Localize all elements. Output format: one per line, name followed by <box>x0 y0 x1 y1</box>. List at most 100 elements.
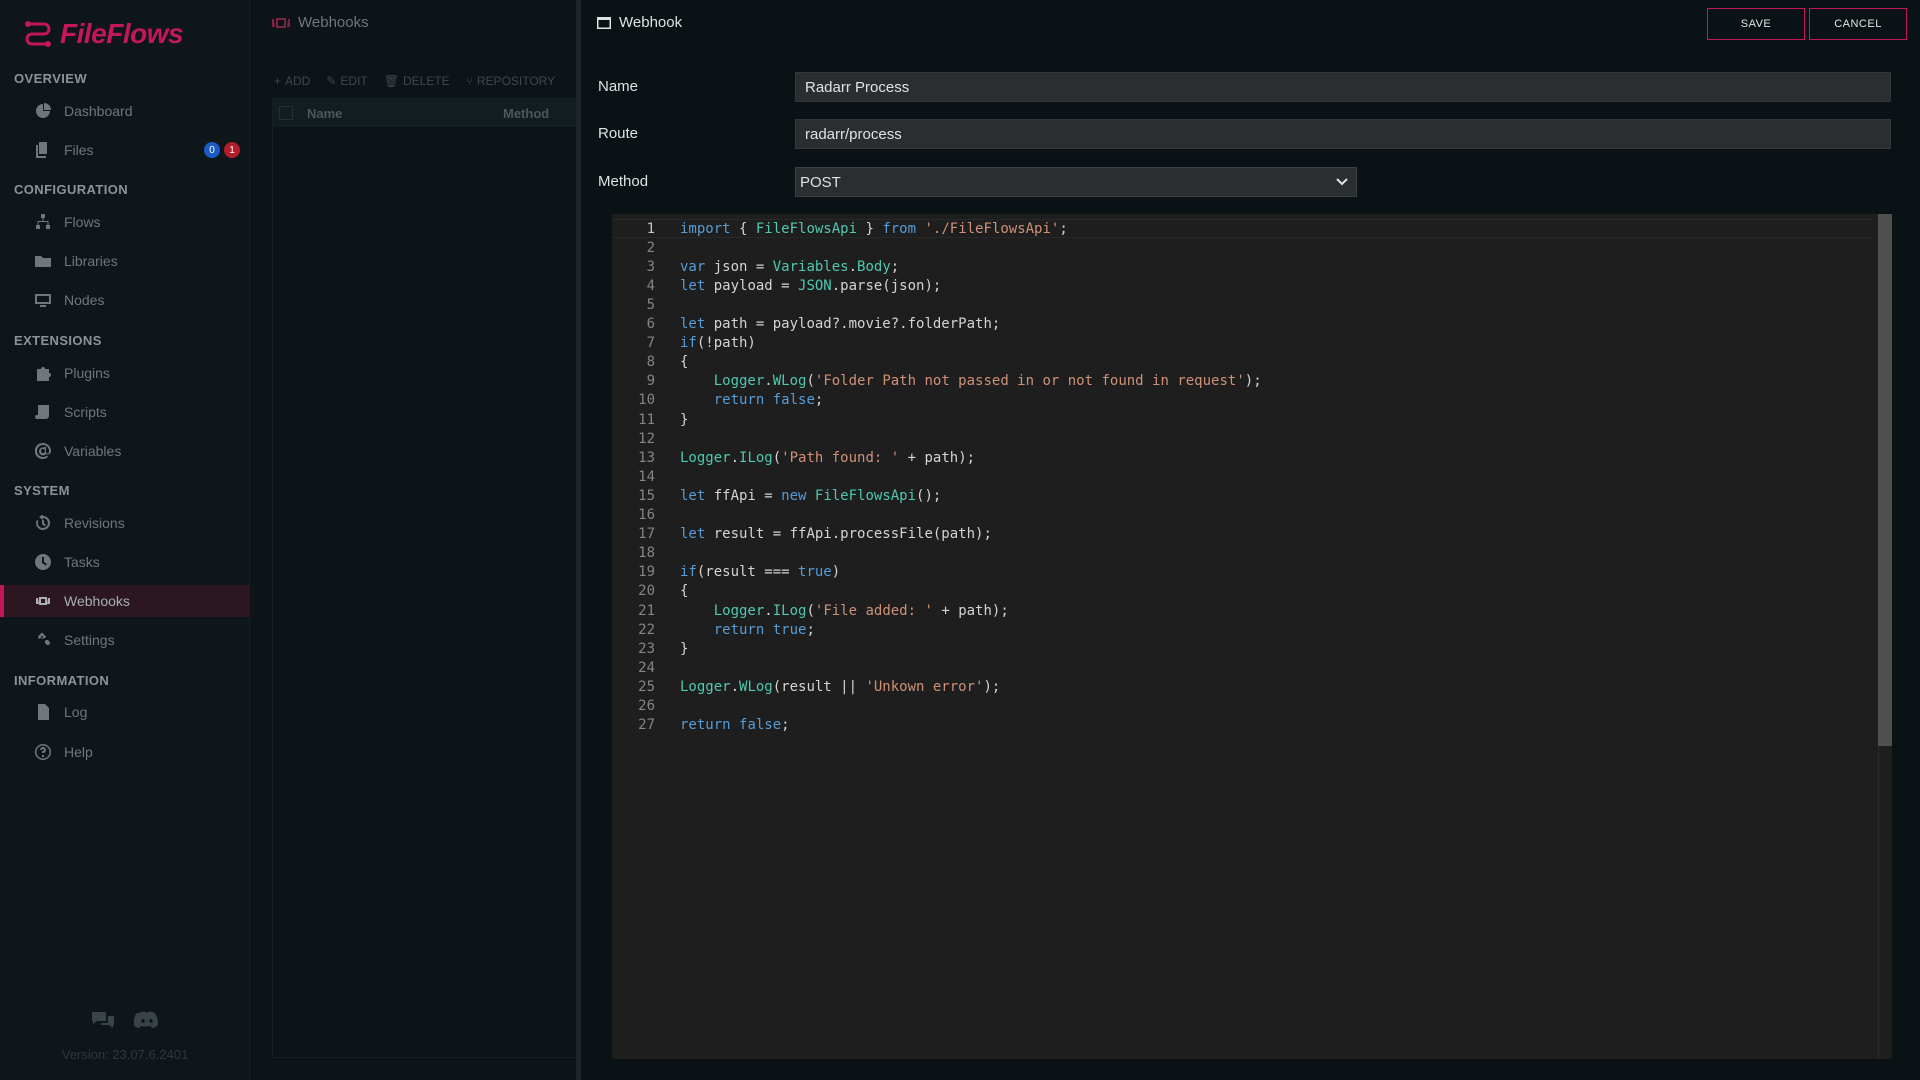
plus-icon: + <box>274 74 282 88</box>
line-number: 19 <box>638 564 655 581</box>
sidebar-item-label: Files <box>64 142 94 158</box>
delete-button[interactable]: 🗑 DELETE <box>384 74 450 88</box>
app-logo[interactable]: FileFlows <box>22 16 184 52</box>
line-number: 11 <box>638 411 655 428</box>
code-line[interactable]: 23} <box>612 639 1872 658</box>
table-header: Name Method <box>273 99 576 127</box>
code-line[interactable]: 11} <box>612 410 1872 429</box>
code-line[interactable]: 26 <box>612 697 1872 716</box>
sidebar-item-label: Log <box>64 704 88 720</box>
code-line[interactable]: 15 let ffApi = new FileFlowsApi(); <box>612 486 1872 505</box>
route-field[interactable]: radarr/process <box>795 119 1891 149</box>
save-button[interactable]: SAVE <box>1707 8 1805 40</box>
discord-icon[interactable] <box>134 1010 160 1032</box>
sidebar-item-variables[interactable]: Variables <box>0 435 250 467</box>
sidebar-item-tasks[interactable]: Tasks <box>0 546 250 578</box>
code-line[interactable]: 18 <box>612 544 1872 563</box>
line-number: 4 <box>646 277 655 294</box>
code-line[interactable]: 4 let payload = JSON.parse(json); <box>612 276 1872 295</box>
code-scrollbar[interactable] <box>1878 214 1892 1059</box>
sidebar-item-help[interactable]: Help <box>0 736 250 768</box>
code-line[interactable]: 10 return false; <box>612 391 1872 410</box>
code-line[interactable]: 19 if(result === true) <box>612 563 1872 582</box>
line-number: 15 <box>638 487 655 504</box>
code-line[interactable]: 2 <box>612 238 1872 257</box>
line-number: 2 <box>646 239 655 256</box>
chevron-down-icon <box>1336 178 1348 186</box>
file-lines-icon <box>34 703 52 721</box>
sidebar-item-webhooks[interactable]: Webhooks <box>0 585 250 617</box>
sidebar-item-label: Tasks <box>64 554 100 570</box>
code-line[interactable]: 21 Logger.ILog('File added: ' + path); <box>612 601 1872 620</box>
sidebar-item-revisions[interactable]: Revisions <box>0 507 250 539</box>
code-line[interactable]: 7 if(!path) <box>612 334 1872 353</box>
line-number: 16 <box>638 507 655 523</box>
files-failed-badge: 1 <box>224 142 240 158</box>
cancel-button[interactable]: CANCEL <box>1809 8 1907 40</box>
sidebar-item-libraries[interactable]: Libraries <box>0 245 250 277</box>
code-line[interactable]: 9 Logger.WLog('Folder Path not passed in… <box>612 372 1872 391</box>
sidebar-item-dashboard[interactable]: Dashboard <box>0 95 250 127</box>
sidebar-item-nodes[interactable]: Nodes <box>0 284 250 316</box>
section-system: SYSTEM <box>14 483 70 498</box>
sidebar-item-label: Flows <box>64 214 101 230</box>
line-number: 3 <box>646 258 655 275</box>
sidebar-item-label: Settings <box>64 632 115 648</box>
forum-icon[interactable] <box>90 1010 116 1032</box>
code-line[interactable]: 22 return true; <box>612 620 1872 639</box>
repository-button[interactable]: ⑂ REPOSITORY <box>466 74 555 88</box>
gears-icon <box>34 631 52 649</box>
code-line[interactable]: 8{ <box>612 353 1872 372</box>
history-icon <box>34 514 52 532</box>
code-line[interactable]: 27 return false; <box>612 716 1872 735</box>
code-line[interactable]: 20 { <box>612 582 1872 601</box>
line-number: 14 <box>638 468 655 485</box>
clock-icon <box>34 553 52 571</box>
code-text: let payload = JSON.parse(json); <box>680 277 942 294</box>
sidebar-item-log[interactable]: Log <box>0 696 250 728</box>
sidebar-item-label: Variables <box>64 443 122 459</box>
code-line[interactable]: 6 let path = payload?.movie?.folderPath; <box>612 315 1872 334</box>
code-text: if(result === true) <box>680 564 841 581</box>
code-line[interactable]: 16 <box>612 506 1872 525</box>
sidebar: FileFlows OVERVIEW Dashboard Files 0 1 C… <box>0 0 250 1080</box>
version-label: Version: 23.07.6.2401 <box>61 1047 189 1062</box>
webhook-editor-panel: Webhook SAVE CANCEL Name Radarr Process … <box>581 0 1920 1080</box>
sidebar-item-plugins[interactable]: Plugins <box>0 357 250 389</box>
add-button[interactable]: + ADD <box>274 74 310 88</box>
edit-button[interactable]: ✎ EDIT <box>326 74 367 88</box>
at-icon <box>34 442 52 460</box>
trash-icon: 🗑 <box>383 74 399 88</box>
code-line[interactable]: 25 Logger.WLog(result || 'Unkown error'); <box>612 677 1872 696</box>
code-line[interactable]: 13 Logger.ILog('Path found: ' + path); <box>612 448 1872 467</box>
column-header-method[interactable]: Method <box>503 106 549 121</box>
edit-icon: ✎ <box>326 74 337 88</box>
branch-icon: ⑂ <box>465 74 473 88</box>
sidebar-item-scripts[interactable]: Scripts <box>0 396 250 428</box>
line-number: 12 <box>638 430 655 447</box>
sidebar-item-label: Plugins <box>64 365 110 381</box>
code-line[interactable]: 5 <box>612 295 1872 314</box>
method-label: Method <box>598 173 649 190</box>
code-scrollbar-thumb[interactable] <box>1878 214 1892 746</box>
sidebar-item-flows[interactable]: Flows <box>0 206 250 238</box>
section-configuration: CONFIGURATION <box>14 182 129 197</box>
code-line[interactable]: 14 <box>612 467 1872 486</box>
code-line[interactable]: 3 var json = Variables.Body; <box>612 257 1872 276</box>
code-line[interactable]: 24 <box>612 658 1872 677</box>
method-select[interactable]: POST <box>795 167 1357 197</box>
repository-label: REPOSITORY <box>476 74 556 88</box>
files-icon <box>34 141 52 159</box>
code-text: var json = Variables.Body; <box>680 258 900 275</box>
code-line[interactable]: 1 import { FileFlowsApi } from './FileFlo… <box>612 219 1872 238</box>
code-line[interactable]: 17 let result = ffApi.processFile(path); <box>612 525 1872 544</box>
sidebar-item-files[interactable]: Files 0 1 <box>0 134 250 166</box>
code-text: Logger.ILog('File added: ' + path); <box>713 602 1009 619</box>
name-field[interactable]: Radarr Process <box>795 72 1891 102</box>
select-all-checkbox[interactable] <box>279 106 293 120</box>
code-editor[interactable]: 1 import { FileFlowsApi } from './FileFlo… <box>612 214 1892 1059</box>
code-line[interactable]: 12 <box>612 429 1872 448</box>
fileflows-logo-icon <box>25 21 51 47</box>
column-header-name[interactable]: Name <box>307 106 503 121</box>
sidebar-item-settings[interactable]: Settings <box>0 624 250 656</box>
